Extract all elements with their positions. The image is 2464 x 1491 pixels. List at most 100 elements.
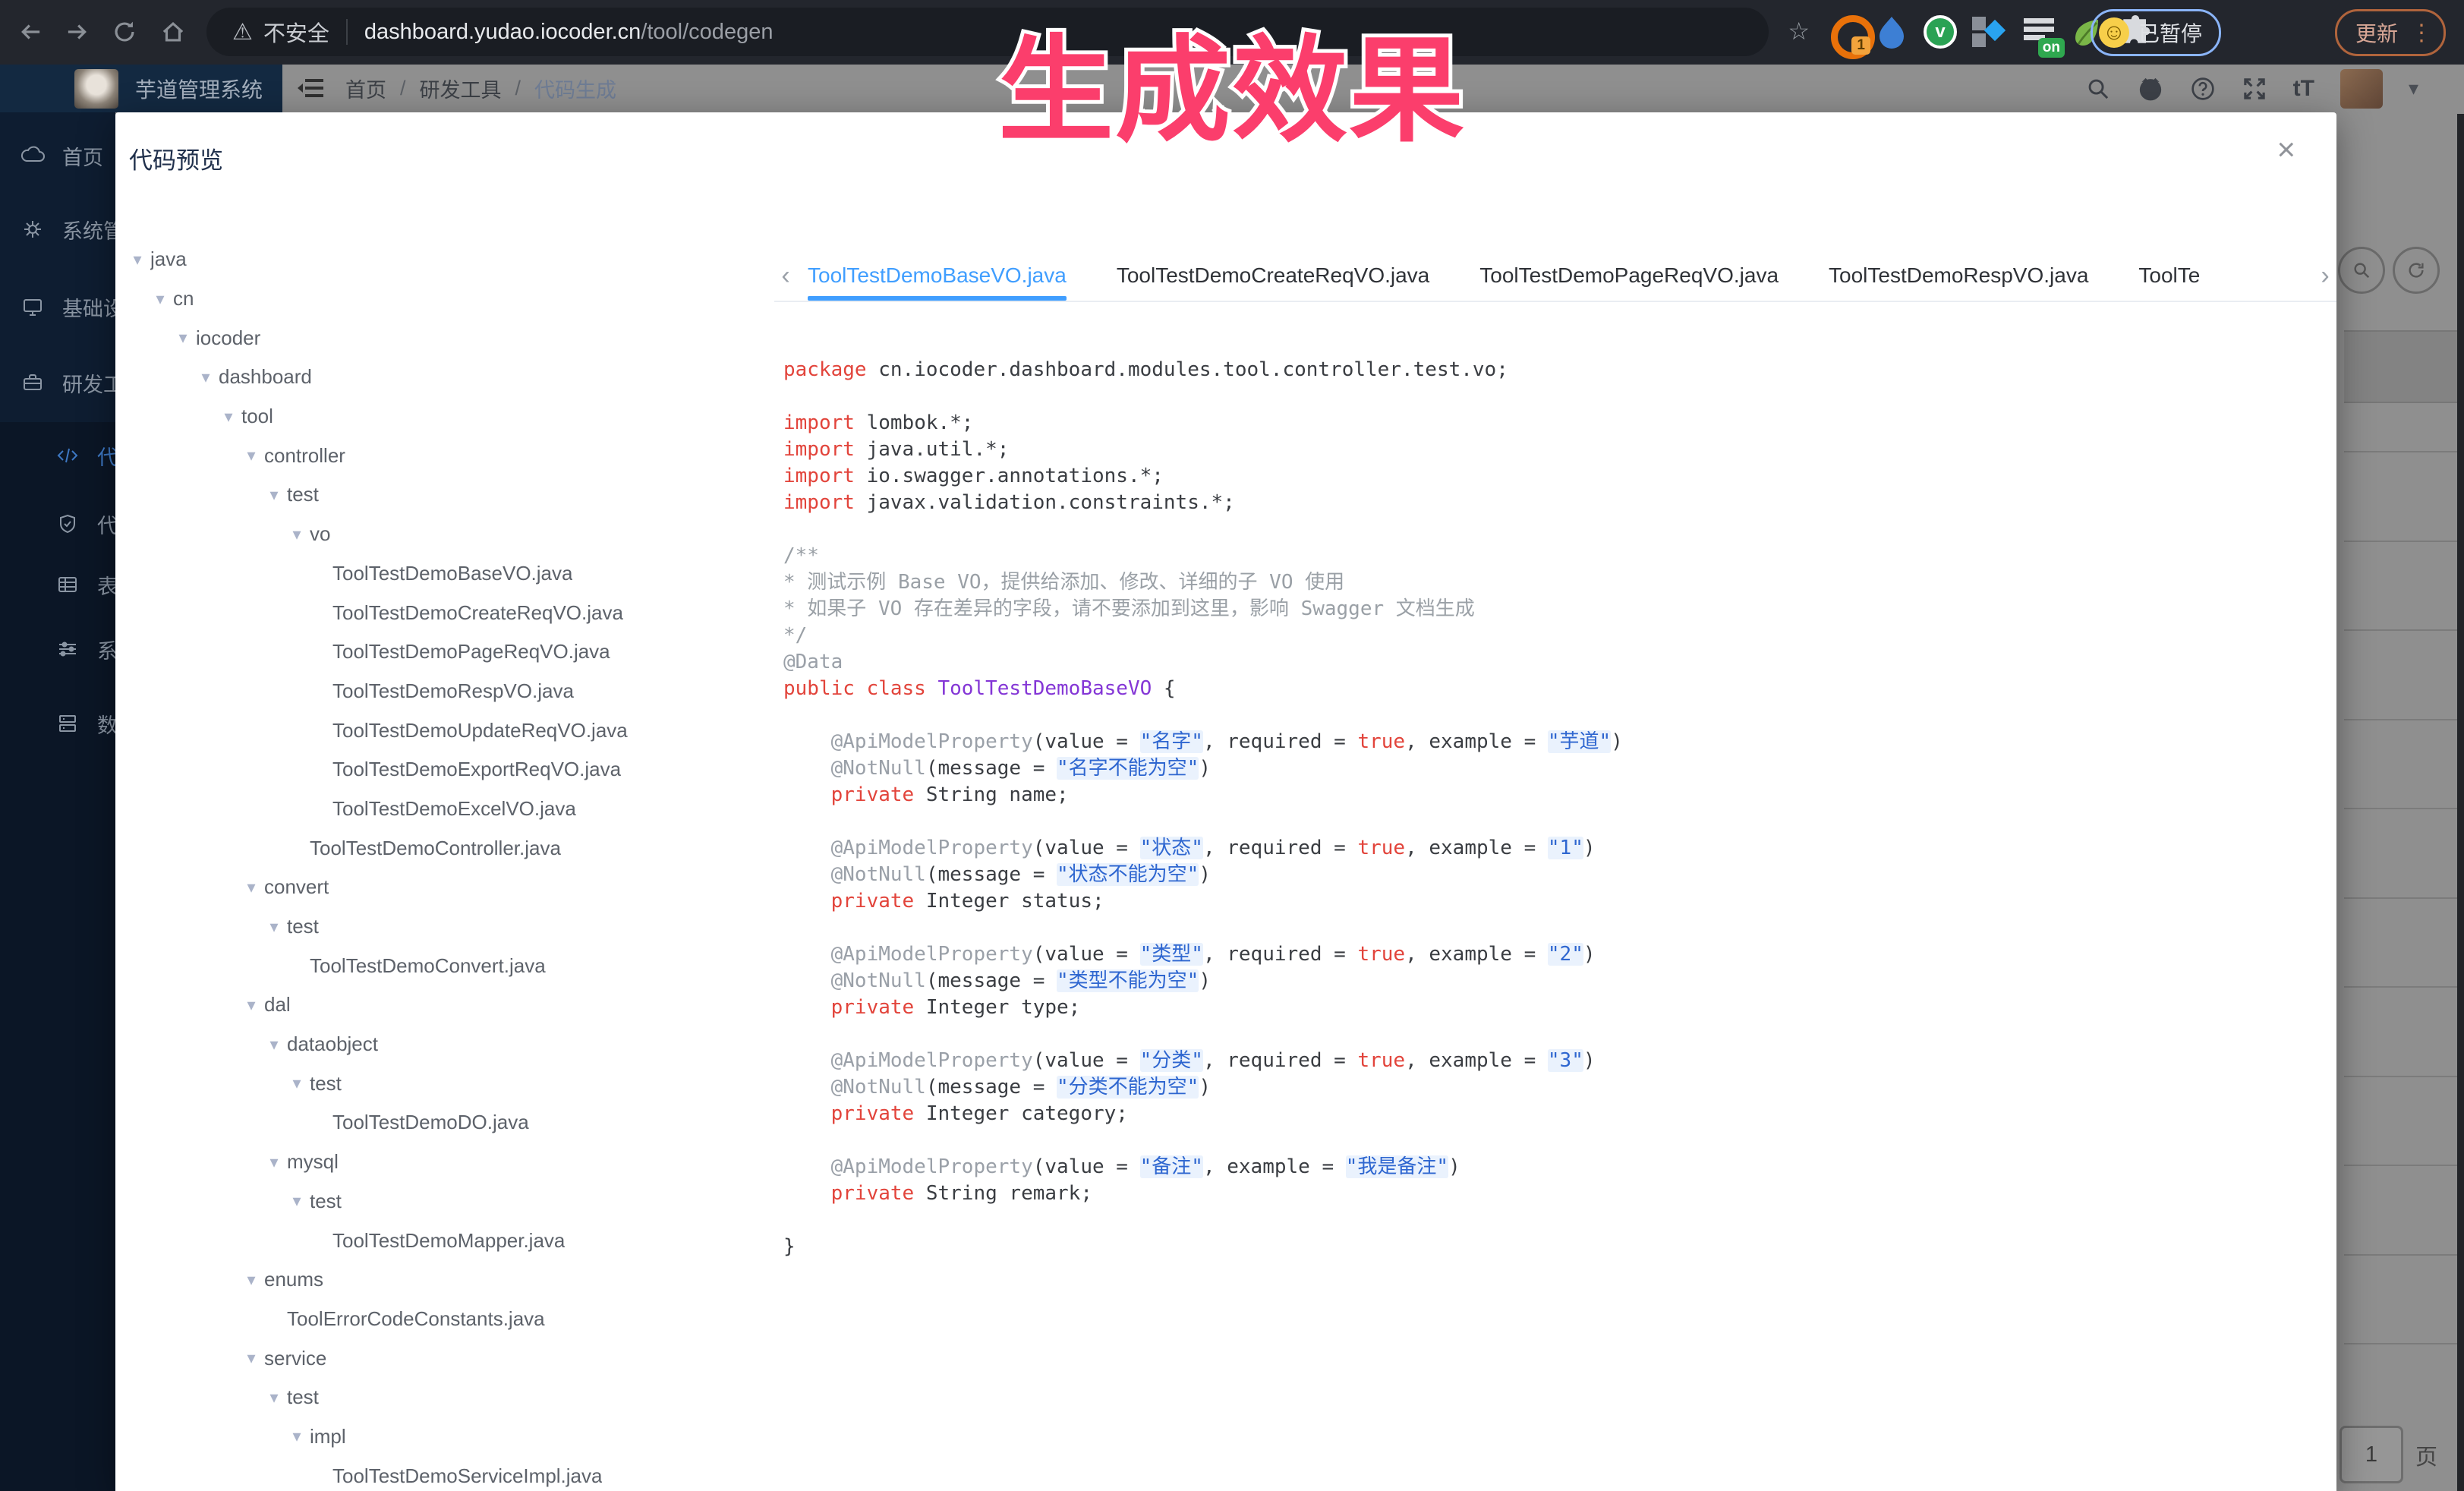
extension-icon-diamond[interactable] [1971,15,2004,49]
address-bar[interactable]: ⚠ 不安全 dashboard.yudao.iocoder.cn /tool/c… [206,8,1769,56]
tree-caret-icon[interactable]: ▾ [238,878,264,897]
extension-icon-list[interactable]: on [2024,15,2057,49]
tree-caret-icon[interactable]: ▾ [238,1270,264,1290]
tree-caret-icon[interactable]: ▾ [170,328,196,348]
tree-caret-spacer [307,1231,332,1250]
tree-file-node[interactable]: ToolTestDemoExportReqVO.java [118,750,771,790]
tree-caret-icon[interactable]: ▾ [238,995,264,1015]
tree-folder-node[interactable]: ▾dataobject [118,1025,771,1064]
tree-folder-node[interactable]: ▾enums [118,1260,771,1300]
code-token: , example = [1405,943,1548,966]
file-tab-1[interactable]: ToolTestDemoBaseVO.java [808,251,1067,301]
tree-file-node[interactable]: ToolErrorCodeConstants.java [118,1300,771,1339]
tree-folder-node[interactable]: ▾tool [118,397,771,437]
tree-caret-spacer [261,1309,287,1329]
tree-folder-node[interactable]: ▾dashboard [118,358,771,397]
code-line [783,1127,2314,1154]
tree-file-node[interactable]: ToolTestDemoConvert.java [118,946,771,985]
tree-file-node[interactable]: ToolTestDemoRespVO.java [118,672,771,711]
tree-caret-icon[interactable]: ▾ [261,1035,287,1054]
browser-back-button[interactable] [9,11,52,53]
tree-node-label: ToolErrorCodeConstants.java [287,1307,545,1331]
file-tabs: ToolTestDemoBaseVO.java ToolTestDemoCreat… [808,251,2314,301]
update-label: 更新 [2355,17,2398,48]
monitor-icon [20,294,46,320]
tree-caret-icon[interactable]: ▾ [261,1388,287,1407]
code-icon [55,443,80,468]
tree-caret-icon[interactable]: ▾ [261,1152,287,1172]
tree-caret-icon[interactable]: ▾ [284,1073,310,1093]
code-token: "备注" [1140,1155,1203,1178]
code-line: private Integer category; [783,1101,2314,1127]
file-tab-3[interactable]: ToolTestDemoPageReqVO.java [1479,251,1779,301]
tree-file-node[interactable]: ToolTestDemoExcelVO.java [118,790,771,829]
tree-folder-node[interactable]: ▾service [118,1338,771,1378]
tree-file-node[interactable]: ToolTestDemoMapper.java [118,1221,771,1260]
tabs-scroll-right-icon[interactable]: › [2314,261,2336,291]
browser-update-button[interactable]: 更新 ⋮ [2335,9,2446,56]
tree-folder-node[interactable]: ▾iocoder [118,318,771,358]
browser-forward-button[interactable] [56,11,99,53]
tree-file-node[interactable]: ToolTestDemoCreateReqVO.java [118,593,771,632]
tree-node-label: vo [310,522,330,546]
tabs-scroll-left-icon[interactable]: ‹ [774,261,797,291]
tree-file-node[interactable]: ToolTestDemoBaseVO.java [118,554,771,594]
profile-paused-pill[interactable]: ☺ 已暂停 [2091,9,2221,56]
tree-folder-node[interactable]: ▾java [118,240,771,279]
code-token: "分类不能为空" [1057,1076,1199,1099]
tree-caret-icon[interactable]: ▾ [216,407,241,427]
tree-folder-node[interactable]: ▾test [118,1064,771,1103]
tree-caret-icon[interactable]: ▾ [238,1348,264,1368]
code-token: ) [1448,1155,1460,1178]
tree-caret-spacer [307,681,332,701]
tree-caret-icon[interactable]: ▾ [124,250,150,270]
bookmark-star-icon[interactable]: ☆ [1788,17,1810,46]
breadcrumb-separator: / [515,77,521,100]
tree-folder-node[interactable]: ▾controller [118,436,771,475]
close-icon[interactable]: × [2277,134,2295,165]
tree-node-label: controller [264,444,345,468]
tree-folder-node[interactable]: ▾dal [118,985,771,1025]
tree-folder-node[interactable]: ▾cn [118,279,771,319]
tree-file-node[interactable]: ToolTestDemoController.java [118,828,771,868]
file-tab-2[interactable]: ToolTestDemoCreateReqVO.java [1117,251,1429,301]
warning-icon: ⚠ [232,19,253,46]
table-row-line [2344,451,2458,452]
tree-folder-node[interactable]: ▾test [118,1378,771,1417]
tree-caret-icon[interactable]: ▾ [284,525,310,544]
extension-icon-green-circle[interactable]: v [1924,15,1957,49]
tree-caret-icon[interactable]: ▾ [193,367,219,387]
tree-folder-node[interactable]: ▾impl [118,1417,771,1457]
tree-caret-icon[interactable]: ▾ [284,1191,310,1211]
tree-file-node[interactable]: ToolTestDemoServiceImpl.java [118,1456,771,1491]
tree-folder-node[interactable]: ▾convert [118,868,771,907]
browser-home-button[interactable] [152,11,194,53]
file-tab-5[interactable]: ToolTe [2138,251,2200,301]
code-token [926,677,938,700]
page-scrollbar[interactable] [2457,114,2464,1491]
tree-folder-node[interactable]: ▾vo [118,515,771,554]
browser-menu-kebab-icon[interactable]: ⋮ [2410,20,2433,46]
tree-folder-node[interactable]: ▾test [118,907,771,947]
tree-file-node[interactable]: ToolTestDemoUpdateReqVO.java [118,711,771,750]
code-line: @NotNull(message = "名字不能为空") [783,755,2314,782]
code-token: ) [1199,1076,1211,1099]
file-tab-4[interactable]: ToolTestDemoRespVO.java [1829,251,2088,301]
tree-folder-node[interactable]: ▾mysql [118,1143,771,1182]
extension-icon-drop[interactable] [1876,15,1910,49]
browser-refresh-button[interactable] [103,11,146,53]
tree-caret-icon[interactable]: ▾ [261,485,287,505]
tree-folder-node[interactable]: ▾test [118,1182,771,1221]
tree-caret-icon[interactable]: ▾ [238,446,264,465]
file-tabs-bar: ‹ ToolTestDemoBaseVO.java ToolTestDemoCre… [774,251,2336,302]
tree-caret-icon[interactable]: ▾ [284,1426,310,1446]
tree-caret-icon[interactable]: ▾ [147,289,173,309]
code-line [783,1207,2314,1234]
tree-file-node[interactable]: ToolTestDemoDO.java [118,1103,771,1143]
tree-folder-node[interactable]: ▾test [118,475,771,515]
extension-icon-orange[interactable]: 1 [1831,15,1864,49]
tree-caret-icon[interactable]: ▾ [261,917,287,937]
tree-file-node[interactable]: ToolTestDemoPageReqVO.java [118,632,771,672]
security-label[interactable]: 不安全 [263,16,329,48]
code-token: ) [1583,943,1596,966]
